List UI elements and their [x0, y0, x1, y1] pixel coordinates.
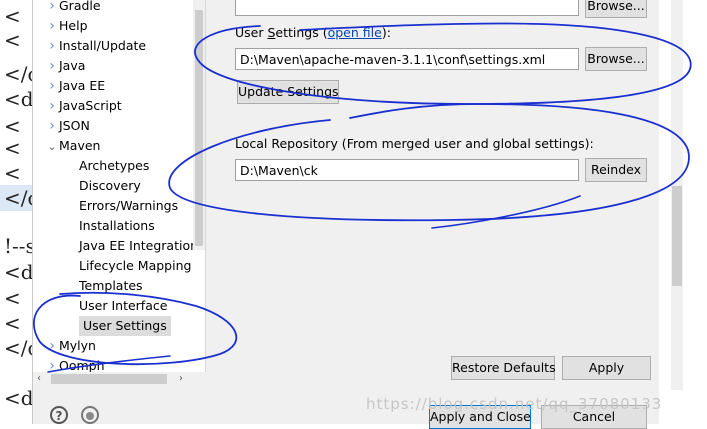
tree-item-label: Install/Update: [59, 38, 147, 53]
tree-item-archetypes[interactable]: Archetypes: [79, 156, 149, 176]
global-browse-button[interactable]: Browse...: [585, 0, 647, 18]
chevron-right-icon[interactable]: ›: [45, 56, 59, 76]
editor-code-line: <: [4, 161, 21, 185]
blog-watermark: https://blog.csdn.net/qq_37080133: [366, 395, 663, 413]
tree-item-label: Mylyn: [59, 338, 96, 353]
tree-item-label: Help: [59, 18, 88, 33]
editor-code-line: <: [4, 4, 21, 28]
tree-item-maven[interactable]: ⌄ Maven: [45, 136, 100, 156]
tree-item-errors-warnings[interactable]: Errors/Warnings: [79, 196, 178, 216]
global-settings-path-input[interactable]: [235, 0, 579, 16]
tree-item-label: User Interface: [79, 298, 168, 313]
editor-background: < < </c <de < < < </c !--s <de < < </c <de: [0, 0, 45, 424]
open-file-link[interactable]: open file: [328, 25, 382, 40]
tree-horizontal-scroll-thumb[interactable]: [51, 374, 167, 384]
chevron-right-icon[interactable]: ›: [45, 336, 59, 356]
tree-item-label: Oomph: [59, 358, 105, 373]
tree-item-install-update[interactable]: › Install/Update: [45, 36, 146, 56]
tree-item-label: Installations: [79, 218, 155, 233]
help-icon[interactable]: ?: [50, 406, 68, 424]
editor-code-line: <: [4, 286, 21, 310]
chevron-right-icon[interactable]: ›: [45, 96, 59, 116]
chevron-right-icon[interactable]: ›: [45, 76, 59, 96]
record-dot-icon: [86, 412, 94, 420]
editor-code-line: <: [4, 114, 21, 138]
preferences-dialog: › Gradle › Help › Install/Update › Java › Java EE…: [32, 0, 683, 429]
restore-defaults-button[interactable]: Restore Defaults: [451, 356, 556, 380]
tree-item-label: User Settings: [83, 318, 167, 333]
local-repository-label: Local Repository (From merged user and g…: [235, 136, 594, 151]
local-repository-path-input[interactable]: D:\Maven\ck: [235, 159, 579, 181]
tree-item-json[interactable]: › JSON: [45, 116, 90, 136]
editor-code-line: <: [4, 28, 21, 52]
tree-item-label: Errors/Warnings: [79, 198, 179, 213]
tree-item-label: Lifecycle Mapping: [79, 258, 192, 273]
tree-item-java-ee-integration[interactable]: Java EE Integration: [79, 236, 198, 256]
scroll-left-icon[interactable]: ‹: [37, 372, 41, 386]
chevron-right-icon[interactable]: ›: [45, 36, 59, 56]
tree-item-label: JSON: [59, 118, 90, 133]
chevron-right-icon[interactable]: ›: [45, 0, 59, 16]
tree-item-discovery[interactable]: Discovery: [79, 176, 141, 196]
tree-vertical-scroll-thumb[interactable]: [195, 10, 203, 246]
editor-code-line: <: [4, 311, 21, 335]
user-settings-label: User Settings (open file):: [235, 25, 391, 40]
chevron-right-icon[interactable]: ›: [45, 116, 59, 136]
preferences-tree[interactable]: › Gradle › Help › Install/Update › Java › Java EE…: [33, 0, 206, 374]
chevron-right-icon[interactable]: ›: [45, 16, 59, 36]
tree-item-java-ee[interactable]: › Java EE: [45, 76, 105, 96]
tree-item-label: Java: [59, 58, 86, 73]
tree-item-installations[interactable]: Installations: [79, 216, 155, 236]
apply-button[interactable]: Apply: [562, 356, 651, 380]
tree-item-label: Discovery: [79, 178, 141, 193]
tree-item-label: Java EE: [59, 78, 106, 93]
oomph-record-icon[interactable]: [81, 406, 99, 424]
tree-item-label: JavaScript: [59, 98, 122, 113]
user-settings-browse-button[interactable]: Browse...: [585, 47, 647, 71]
tree-item-label: Templates: [79, 278, 143, 293]
tree-item-lifecycle-mapping[interactable]: Lifecycle Mapping: [79, 256, 191, 276]
tree-item-help[interactable]: › Help: [45, 16, 88, 36]
scroll-right-icon[interactable]: ›: [179, 372, 183, 386]
user-settings-path-input[interactable]: D:\Maven\apache-maven-3.1.1\conf\setting…: [235, 48, 579, 70]
tree-item-user-settings[interactable]: User Settings: [79, 316, 171, 336]
tree-item-javascript[interactable]: › JavaScript: [45, 96, 122, 116]
tree-item-label: Gradle: [59, 0, 101, 13]
tree-item-user-interface[interactable]: User Interface: [79, 296, 167, 316]
reindex-button[interactable]: Reindex: [585, 158, 647, 182]
content-vertical-scroll-thumb[interactable]: [672, 186, 682, 286]
tree-item-templates[interactable]: Templates: [79, 276, 143, 296]
tree-item-label: Maven: [59, 138, 101, 153]
tree-item-label: Archetypes: [79, 158, 150, 173]
update-settings-button[interactable]: Update Settings: [237, 80, 339, 104]
tree-item-mylyn[interactable]: › Mylyn: [45, 336, 96, 356]
tree-item-gradle[interactable]: › Gradle: [45, 0, 101, 16]
tree-item-label: Java EE Integration: [79, 238, 199, 253]
chevron-down-icon[interactable]: ⌄: [45, 137, 59, 157]
tree-item-java[interactable]: › Java: [45, 56, 85, 76]
user-settings-page: Browse... User Settings (open file): D:\…: [221, 0, 657, 390]
editor-code-line: <: [4, 136, 21, 160]
